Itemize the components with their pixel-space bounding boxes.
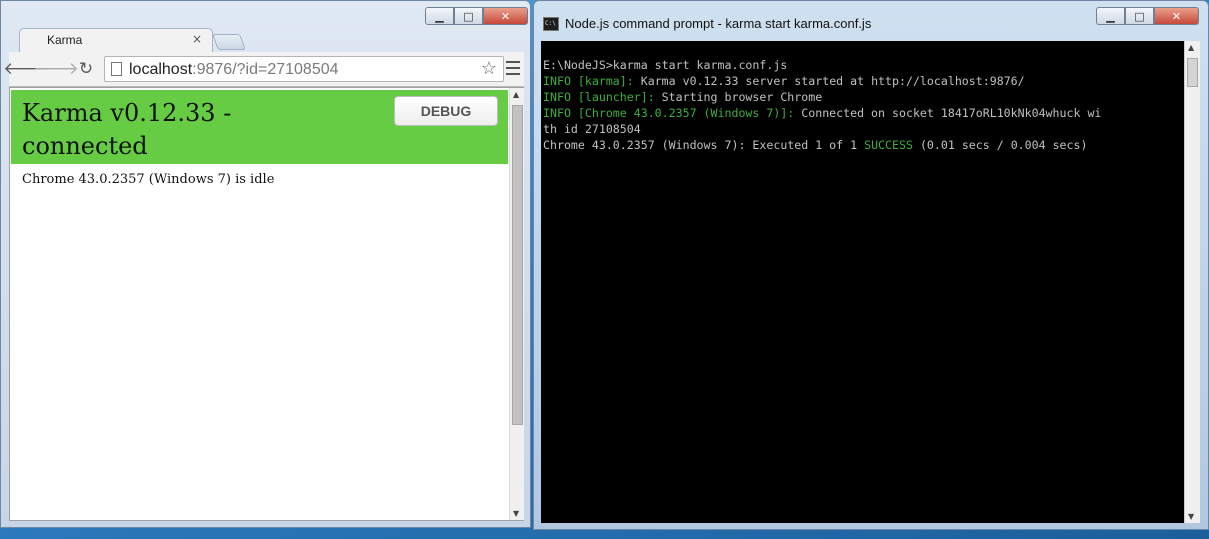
reload-icon[interactable]: ↻ xyxy=(75,59,97,79)
maximize-button[interactable]: □ xyxy=(1125,7,1154,25)
browser-toolbar: 🡐 🡒 ↻ localhost:9876/?id=27108504 ☆ xyxy=(3,52,524,87)
cmd-icon: C:\ xyxy=(543,17,559,31)
console-output[interactable]: E:\NodeJS>karma start karma.conf.js INFO… xyxy=(541,41,1200,523)
chrome-menu-icon[interactable] xyxy=(506,61,520,75)
console-scrollbar[interactable]: ▲ ▼ xyxy=(1184,41,1200,523)
log-text: Karma v0.12.33 server started at http://… xyxy=(633,74,1025,88)
log-tag: INFO [karma]: xyxy=(543,74,634,88)
url-text[interactable]: localhost:9876/?id=27108504 xyxy=(129,61,339,79)
log-text: (0.01 secs / 0.004 secs) xyxy=(912,138,1088,152)
browser-status-text: Chrome 43.0.2357 (Windows 7) is idle xyxy=(22,172,275,187)
page-title: Karma v0.12.33 - connected xyxy=(22,99,232,160)
cmd-window: C:\ Node.js command prompt - karma start… xyxy=(533,0,1209,530)
cmd-window-title: Node.js command prompt - karma start kar… xyxy=(565,16,872,31)
url-host: localhost xyxy=(129,61,193,78)
page-viewport: Karma v0.12.33 - connected DEBUG Chrome … xyxy=(9,87,524,521)
log-text: Connected on socket 18417oRL10kNk04whuck… xyxy=(794,106,1102,120)
log-tag: INFO [Chrome 43.0.2357 (Windows 7)]: xyxy=(543,106,795,120)
karma-status-banner: Karma v0.12.33 - connected DEBUG xyxy=(11,90,508,164)
log-tag: INFO [launcher]: xyxy=(543,90,655,104)
console-line: INFO [Chrome 43.0.2357 (Windows 7)]: Con… xyxy=(543,105,1101,121)
vertical-scrollbar[interactable]: ▲ ▼ xyxy=(509,88,524,520)
scroll-up-icon[interactable]: ▲ xyxy=(1188,43,1194,52)
console-line: Chrome 43.0.2357 (Windows 7): Executed 1… xyxy=(543,137,1101,153)
url-path: :9876/?id=27108504 xyxy=(192,61,339,78)
console-line: INFO [karma]: Karma v0.12.33 server star… xyxy=(543,73,1101,89)
debug-button[interactable]: DEBUG xyxy=(394,96,498,126)
scroll-down-icon[interactable]: ▼ xyxy=(513,509,519,518)
console-line: INFO [launcher]: Starting browser Chrome xyxy=(543,89,1101,105)
page-icon xyxy=(111,62,122,76)
tab-karma[interactable]: Karma × xyxy=(19,28,213,53)
console-line: E:\NodeJS>karma start karma.conf.js xyxy=(543,58,788,72)
bookmark-star-icon[interactable]: ☆ xyxy=(481,58,497,79)
console-line: th id 27108504 xyxy=(543,122,641,136)
minimize-button[interactable]: ▁ xyxy=(425,7,454,25)
cmd-window-controls: ▁ □ ✕ xyxy=(1096,7,1199,25)
maximize-button[interactable]: □ xyxy=(454,7,483,25)
tab-close-icon[interactable]: × xyxy=(192,32,202,46)
chrome-browser-window: ▁ □ ✕ Karma × 🡐 🡒 ↻ localhost:9876/?id=2… xyxy=(0,0,531,528)
address-bar[interactable]: localhost:9876/?id=27108504 ☆ xyxy=(104,56,504,82)
new-tab-button[interactable] xyxy=(212,34,246,50)
close-button[interactable]: ✕ xyxy=(1154,7,1199,25)
log-text: Starting browser Chrome xyxy=(654,90,823,104)
window-controls: ▁ □ ✕ xyxy=(425,7,528,25)
scrollbar-thumb[interactable] xyxy=(512,105,523,425)
minimize-button[interactable]: ▁ xyxy=(1096,7,1125,25)
scroll-up-icon[interactable]: ▲ xyxy=(513,90,519,99)
close-button[interactable]: ✕ xyxy=(483,7,528,25)
forward-icon[interactable]: 🡒 xyxy=(33,59,79,79)
scrollbar-thumb[interactable] xyxy=(1187,58,1198,87)
log-text: Chrome 43.0.2357 (Windows 7): Executed 1… xyxy=(543,138,865,152)
tab-title: Karma xyxy=(47,33,83,47)
scroll-down-icon[interactable]: ▼ xyxy=(1188,512,1194,521)
success-text: SUCCESS xyxy=(864,138,913,152)
